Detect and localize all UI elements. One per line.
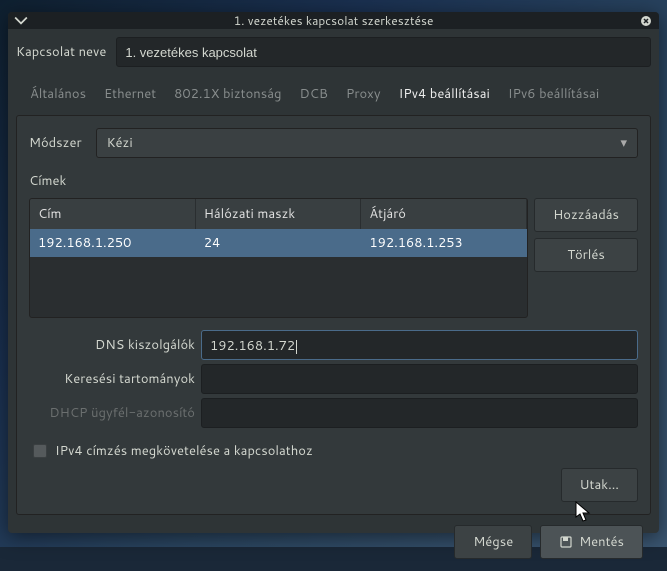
cell-address[interactable]: 192.168.1.250 [30,229,196,257]
method-row: Módszer Kézi ▾ [29,128,638,158]
tab-dcb[interactable]: DCB [297,81,329,111]
addresses-section: Cím Hálózati maszk Átjáró 192.168.1.250 … [29,198,638,318]
tab-general[interactable]: Általános [28,81,88,111]
cell-gateway[interactable]: 192.168.1.253 [361,229,527,257]
delete-button[interactable]: Törlés [534,238,638,272]
connection-name-row: Kapcsolat neve [16,37,651,67]
dialog-title: 1. vezetékes kapcsolat szerkesztése [28,12,639,29]
connection-name-label: Kapcsolat neve [16,43,106,61]
titlebar: 1. vezetékes kapcsolat szerkesztése [8,12,659,29]
search-row: Keresési tartományok [29,364,638,394]
method-value: Kézi [107,134,133,152]
header-netmask: Hálózati maszk [196,199,362,229]
tab-ethernet[interactable]: Ethernet [102,81,158,111]
search-label: Keresési tartományok [29,370,201,388]
routes-button[interactable]: Utak… [561,468,638,502]
dns-row: DNS kiszolgálók 192.168.1.72 [29,330,638,360]
method-label: Módszer [29,134,82,152]
chevron-down-icon: ▾ [620,134,627,152]
edit-wired-connection-dialog: 1. vezetékes kapcsolat szerkesztése Kapc… [8,12,659,533]
extra-fields: DNS kiszolgálók 192.168.1.72 Keresési ta… [29,330,638,428]
addresses-table[interactable]: Cím Hálózati maszk Átjáró 192.168.1.250 … [29,198,528,318]
table-row[interactable]: 192.168.1.250 24 192.168.1.253 [30,229,527,257]
require-ipv4-checkbox[interactable] [33,444,47,458]
dialog-footer: Mégse Mentés [16,515,651,563]
save-button[interactable]: Mentés [540,525,643,559]
tab-8021x[interactable]: 802.1X biztonság [172,81,283,111]
tab-proxy[interactable]: Proxy [344,81,383,111]
dns-label: DNS kiszolgálók [29,336,201,354]
table-side-buttons: Hozzáadás Törlés [534,198,638,272]
dhcp-input [201,398,638,428]
ipv4-panel: Módszer Kézi ▾ Címek Cím Hálózati maszk … [16,115,651,515]
dns-input[interactable]: 192.168.1.72 [201,330,638,360]
search-input[interactable] [201,364,638,394]
dhcp-row: DHCP ügyfél-azonosító [29,398,638,428]
header-address: Cím [30,199,196,229]
dhcp-label: DHCP ügyfél-azonosító [29,404,201,422]
table-header: Cím Hálózati maszk Átjáró [30,199,527,229]
tab-ipv4[interactable]: IPv4 beállításai [397,81,492,111]
method-select[interactable]: Kézi ▾ [96,128,638,158]
dialog-body: Kapcsolat neve Általános Ethernet 802.1X… [8,29,659,571]
window-menu-icon[interactable] [14,14,28,28]
connection-name-input[interactable] [116,37,651,67]
header-gateway: Átjáró [361,199,527,229]
close-icon[interactable] [639,14,653,28]
tab-ipv6[interactable]: IPv6 beállításai [506,81,601,111]
cancel-button[interactable]: Mégse [454,525,532,559]
table-empty-space [30,257,527,317]
addresses-label: Címek [29,172,638,190]
tabs: Általános Ethernet 802.1X biztonság DCB … [28,81,651,111]
add-button[interactable]: Hozzáadás [534,198,638,232]
panel-footer: Utak… [29,468,638,502]
cell-netmask[interactable]: 24 [196,229,362,257]
require-ipv4-row[interactable]: IPv4 címzés megkövetelése a kapcsolathoz [33,442,638,460]
require-ipv4-label: IPv4 címzés megkövetelése a kapcsolathoz [55,442,313,460]
